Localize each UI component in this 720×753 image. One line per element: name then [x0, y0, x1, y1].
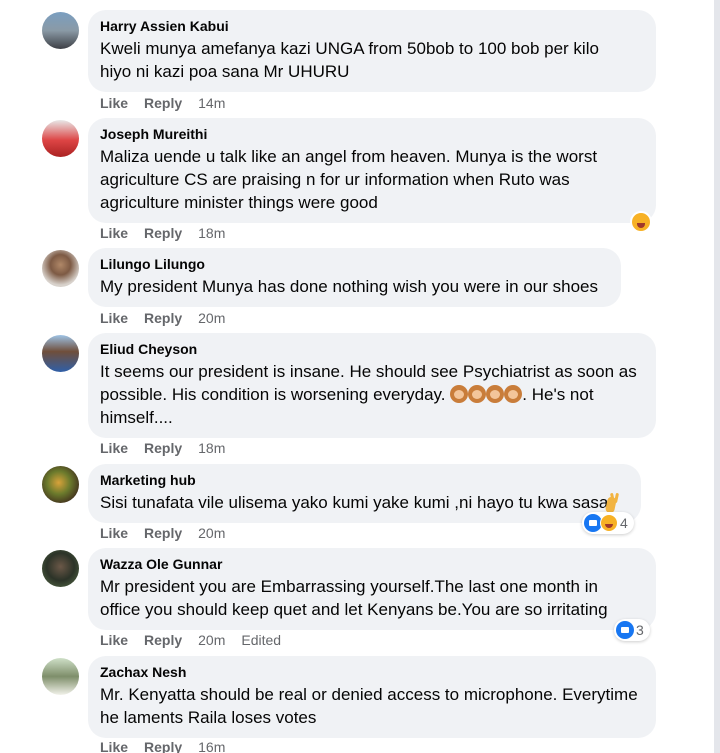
reply-button[interactable]: Reply [144, 525, 182, 542]
comment-bubble: Eliud Cheyson It seems our president is … [88, 333, 656, 438]
comment-text-line: Maliza uende u talk like an angel from h… [100, 147, 598, 166]
comment-bubble: Wazza Ole Gunnar Mr president you are Em… [88, 548, 656, 630]
comment-text-line: Sisi tunafata vile ulisema yako kumi yak… [100, 491, 629, 514]
like-button[interactable]: Like [100, 225, 128, 242]
comment-author[interactable]: Lilungo Lilungo [100, 256, 609, 273]
comment-bubble: Zachax Nesh Mr. Kenyatta should be real … [88, 656, 656, 738]
avatar[interactable] [42, 658, 79, 695]
comment-timestamp[interactable]: 16m [198, 739, 225, 753]
haha-emoji-icon[interactable] [630, 211, 652, 233]
comment-bubble: Joseph Mureithi Maliza uende u talk like… [88, 118, 656, 223]
scroll-edge [714, 0, 720, 753]
comment-author[interactable]: Zachax Nesh [100, 664, 644, 681]
avatar[interactable] [42, 466, 79, 503]
comment-author[interactable]: Marketing hub [100, 472, 629, 489]
comment-text-line: possible. His condition is worsening eve… [100, 383, 644, 406]
reaction-count: 4 [620, 515, 628, 531]
avatar[interactable] [42, 120, 79, 157]
reply-button[interactable]: Reply [144, 632, 182, 649]
comment-actions: Like Reply 20m Edited [100, 632, 281, 649]
comment-actions: Like Reply 18m [100, 225, 225, 242]
peace-hand-emoji-icon [608, 493, 622, 511]
avatar[interactable] [42, 335, 79, 372]
comment-text-line: It seems our president is insane. He sho… [100, 362, 637, 381]
reply-button[interactable]: Reply [144, 739, 182, 753]
monkey-emoji-icon [504, 385, 523, 403]
comment-actions: Like Reply 14m [100, 95, 225, 112]
avatar[interactable] [42, 250, 79, 287]
reply-button[interactable]: Reply [144, 225, 182, 242]
comment-bubble: Lilungo Lilungo My president Munya has d… [88, 248, 621, 307]
monkey-emoji-icon [486, 385, 505, 403]
like-button[interactable]: Like [100, 95, 128, 112]
comment-author[interactable]: Harry Assien Kabui [100, 18, 644, 35]
like-button[interactable]: Like [100, 440, 128, 457]
comment-author[interactable]: Eliud Cheyson [100, 341, 644, 358]
comment-text-line: My president Munya has done nothing wish… [100, 277, 599, 296]
reaction-summary[interactable]: 4 [582, 512, 634, 534]
monkey-emoji-icon [450, 385, 469, 403]
like-reaction-icon [616, 621, 634, 639]
comment-timestamp[interactable]: 20m [198, 525, 225, 542]
comment-text-segment: Sisi tunafata vile ulisema yako kumi yak… [100, 493, 609, 512]
haha-reaction-icon [600, 514, 618, 532]
comment-text-line: Mr president you are Embarrassing yourse… [100, 577, 598, 596]
comment-actions: Like Reply 18m [100, 440, 225, 457]
comment-text-line: Mr. Kenyatta should be real or denied ac… [100, 685, 638, 704]
comment-bubble: Harry Assien Kabui Kweli munya amefanya … [88, 10, 656, 92]
monkey-emoji-icon [468, 385, 487, 403]
reaction-count: 3 [636, 622, 644, 638]
like-button[interactable]: Like [100, 525, 128, 542]
comment-text-line: office you should keep quet and let Keny… [100, 600, 608, 619]
comment-author[interactable]: Joseph Mureithi [100, 126, 644, 143]
reply-button[interactable]: Reply [144, 310, 182, 327]
reply-button[interactable]: Reply [144, 95, 182, 112]
comment-text-line: Kweli munya amefanya kazi UNGA from 50bo… [100, 39, 599, 58]
edited-label[interactable]: Edited [241, 632, 281, 649]
comment-timestamp[interactable]: 20m [198, 632, 225, 649]
like-button[interactable]: Like [100, 739, 128, 753]
comment-text-line: agriculture CS are praising n for ur inf… [100, 170, 570, 189]
reply-button[interactable]: Reply [144, 440, 182, 457]
comment-actions: Like Reply 20m [100, 310, 225, 327]
comment-actions: Like Reply 20m [100, 525, 225, 542]
comment-text-line: agriculture minister things were good [100, 193, 378, 212]
comment-text-segment: possible. His condition is worsening eve… [100, 385, 446, 404]
comment-timestamp[interactable]: 18m [198, 225, 225, 242]
comment-timestamp[interactable]: 18m [198, 440, 225, 457]
like-button[interactable]: Like [100, 632, 128, 649]
avatar[interactable] [42, 550, 79, 587]
avatar[interactable] [42, 12, 79, 49]
comment-text-line: he laments Raila loses votes [100, 708, 317, 727]
comment-author[interactable]: Wazza Ole Gunnar [100, 556, 644, 573]
like-button[interactable]: Like [100, 310, 128, 327]
comment-timestamp[interactable]: 20m [198, 310, 225, 327]
comment-actions: Like Reply 16m [100, 739, 225, 753]
comment-text-line: hiyo ni kazi poa sana Mr UHURU [100, 62, 350, 81]
comment-text-segment: . He's not [522, 385, 594, 404]
comment-text-line: himself.... [100, 408, 173, 427]
comment-bubble: Marketing hub Sisi tunafata vile ulisema… [88, 464, 641, 523]
comment-timestamp[interactable]: 14m [198, 95, 225, 112]
reaction-summary[interactable]: 3 [614, 619, 650, 641]
